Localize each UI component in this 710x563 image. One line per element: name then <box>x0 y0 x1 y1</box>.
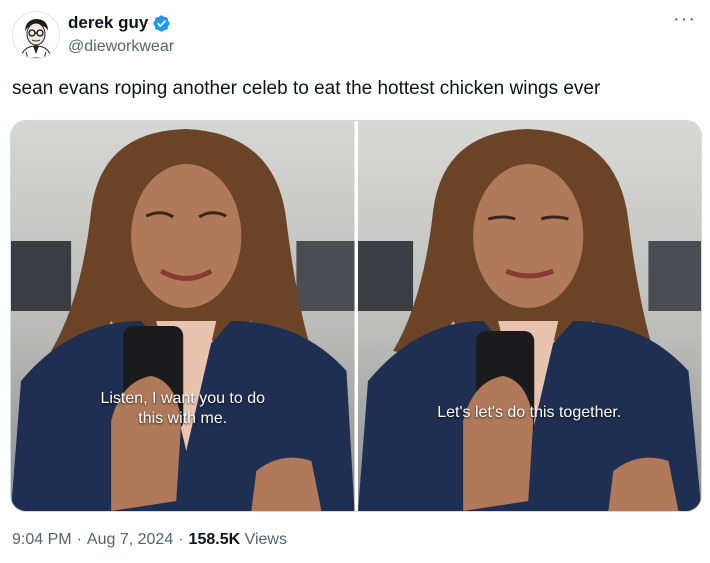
caption-line: Listen, I want you to do <box>100 390 266 407</box>
video-still-2 <box>357 121 701 511</box>
video-still-1 <box>11 121 355 511</box>
media-image-2[interactable]: Let's let's do this together. <box>357 121 702 511</box>
separator-dot: · <box>178 531 184 548</box>
tweet-date[interactable]: Aug 7, 2024 <box>87 531 173 548</box>
display-name[interactable]: derek guy <box>68 13 148 33</box>
video-caption-2: Let's let's do this together. <box>358 403 702 423</box>
display-name-row: derek guy <box>68 12 174 34</box>
author-names: derek guy @dieworkwear <box>68 12 174 56</box>
media-image-1[interactable]: Listen, I want you to do this with me. <box>11 121 355 511</box>
tweet-time[interactable]: 9:04 PM <box>12 531 72 548</box>
verified-badge-icon[interactable] <box>152 14 171 33</box>
video-caption-1: Listen, I want you to do this with me. <box>11 389 355 429</box>
caption-line: Let's let's do this together. <box>437 404 622 421</box>
caption-line: this with me. <box>138 410 228 427</box>
tweet-header: derek guy @dieworkwear ··· <box>12 9 698 60</box>
views-label: Views <box>244 531 287 548</box>
views-count: 158.5K <box>188 531 241 548</box>
more-horizontal-icon[interactable]: ··· <box>673 9 696 29</box>
avatar-illustration-icon <box>13 12 59 58</box>
separator-dot: · <box>76 531 82 548</box>
avatar[interactable] <box>12 11 60 59</box>
handle[interactable]: @dieworkwear <box>68 38 174 56</box>
tweet-text: sean evans roping another celeb to eat t… <box>12 78 601 99</box>
tweet-footer: 9:04 PM · Aug 7, 2024 · 158.5K Views <box>12 531 287 549</box>
media-grid: Listen, I want you to do this with me. L… <box>10 120 702 512</box>
